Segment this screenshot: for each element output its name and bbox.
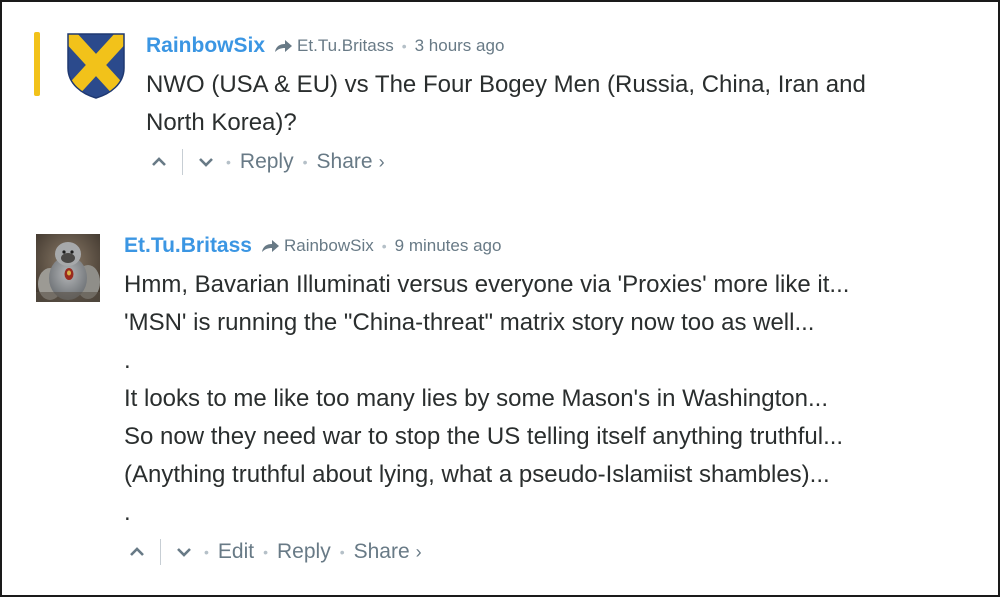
chevron-down-icon bbox=[199, 158, 213, 167]
chevron-up-icon bbox=[152, 157, 166, 166]
chevron-down-icon bbox=[177, 548, 191, 557]
upvote-button[interactable] bbox=[126, 540, 148, 564]
reply-button[interactable]: Reply bbox=[240, 150, 294, 174]
comment-text-line: North Korea)? bbox=[146, 109, 297, 136]
avatar[interactable] bbox=[36, 234, 100, 302]
meta-separator: • bbox=[381, 238, 387, 254]
shield-cross-icon bbox=[67, 33, 125, 99]
comment-text-line: So now they need war to stop the US tell… bbox=[124, 423, 844, 450]
action-separator: • bbox=[263, 544, 268, 560]
reply-button[interactable]: Reply bbox=[277, 540, 331, 564]
share-button[interactable]: Share › bbox=[317, 150, 385, 174]
vote-divider bbox=[160, 539, 161, 565]
comment-meta: RainbowSix Et.Tu.Britass • 3 hours ago bbox=[146, 26, 866, 66]
comment-text-line: . bbox=[124, 499, 131, 526]
avatar[interactable] bbox=[64, 30, 128, 100]
share-label: Share bbox=[353, 540, 410, 563]
chevron-right-icon: › bbox=[415, 542, 422, 562]
comment-text-line: . bbox=[124, 347, 131, 374]
downvote-button[interactable] bbox=[195, 150, 217, 174]
comment-thread: RainbowSix Et.Tu.Britass • 3 hours ago N… bbox=[0, 0, 1000, 597]
comment-actions: • Edit • Reply • Share › bbox=[126, 532, 849, 572]
comment-timestamp[interactable]: 3 hours ago bbox=[415, 36, 505, 56]
edit-button[interactable]: Edit bbox=[218, 540, 254, 564]
comment-text-line: (Anything truthful about lying, what a p… bbox=[124, 461, 830, 488]
action-separator: • bbox=[302, 154, 308, 170]
comment-text: Hmm, Bavarian Illuminati versus everyone… bbox=[124, 266, 849, 532]
comment-timestamp[interactable]: 9 minutes ago bbox=[395, 236, 502, 256]
highlight-bar bbox=[34, 32, 40, 96]
action-separator: • bbox=[226, 154, 231, 170]
comment-text-line: Hmm, Bavarian Illuminati versus everyone… bbox=[124, 271, 850, 298]
comment-body: RainbowSix Et.Tu.Britass • 3 hours ago N… bbox=[146, 26, 866, 182]
gorilla-photo-avatar bbox=[36, 234, 100, 302]
reply-arrow-icon bbox=[275, 40, 293, 52]
action-separator: • bbox=[204, 544, 209, 560]
author-link[interactable]: RainbowSix bbox=[146, 34, 265, 58]
chevron-up-icon bbox=[130, 547, 144, 556]
parent-author-link[interactable]: Et.Tu.Britass bbox=[297, 36, 394, 56]
comment-actions: • Reply • Share › bbox=[148, 142, 866, 182]
comment-meta: Et.Tu.Britass RainbowSix • 9 minutes ago bbox=[124, 226, 849, 266]
comment-text: NWO (USA & EU) vs The Four Bogey Men (Ru… bbox=[146, 66, 866, 142]
action-separator: • bbox=[339, 544, 345, 560]
comment-text-line: It looks to me like too many lies by som… bbox=[124, 385, 828, 412]
meta-separator: • bbox=[401, 38, 407, 54]
comment-body: Et.Tu.Britass RainbowSix • 9 minutes ago… bbox=[124, 226, 849, 572]
downvote-button[interactable] bbox=[173, 540, 195, 564]
chevron-right-icon: › bbox=[378, 152, 385, 172]
parent-author-link[interactable]: RainbowSix bbox=[284, 236, 374, 256]
reply-arrow-icon bbox=[261, 240, 279, 252]
upvote-button[interactable] bbox=[148, 150, 170, 174]
share-label: Share bbox=[316, 150, 373, 173]
author-link[interactable]: Et.Tu.Britass bbox=[124, 234, 252, 258]
share-button[interactable]: Share › bbox=[354, 540, 422, 564]
vote-divider bbox=[182, 149, 183, 175]
comment-text-line: NWO (USA & EU) vs The Four Bogey Men (Ru… bbox=[146, 71, 866, 98]
comment-text-line: 'MSN' is running the "China-threat" matr… bbox=[124, 309, 815, 336]
